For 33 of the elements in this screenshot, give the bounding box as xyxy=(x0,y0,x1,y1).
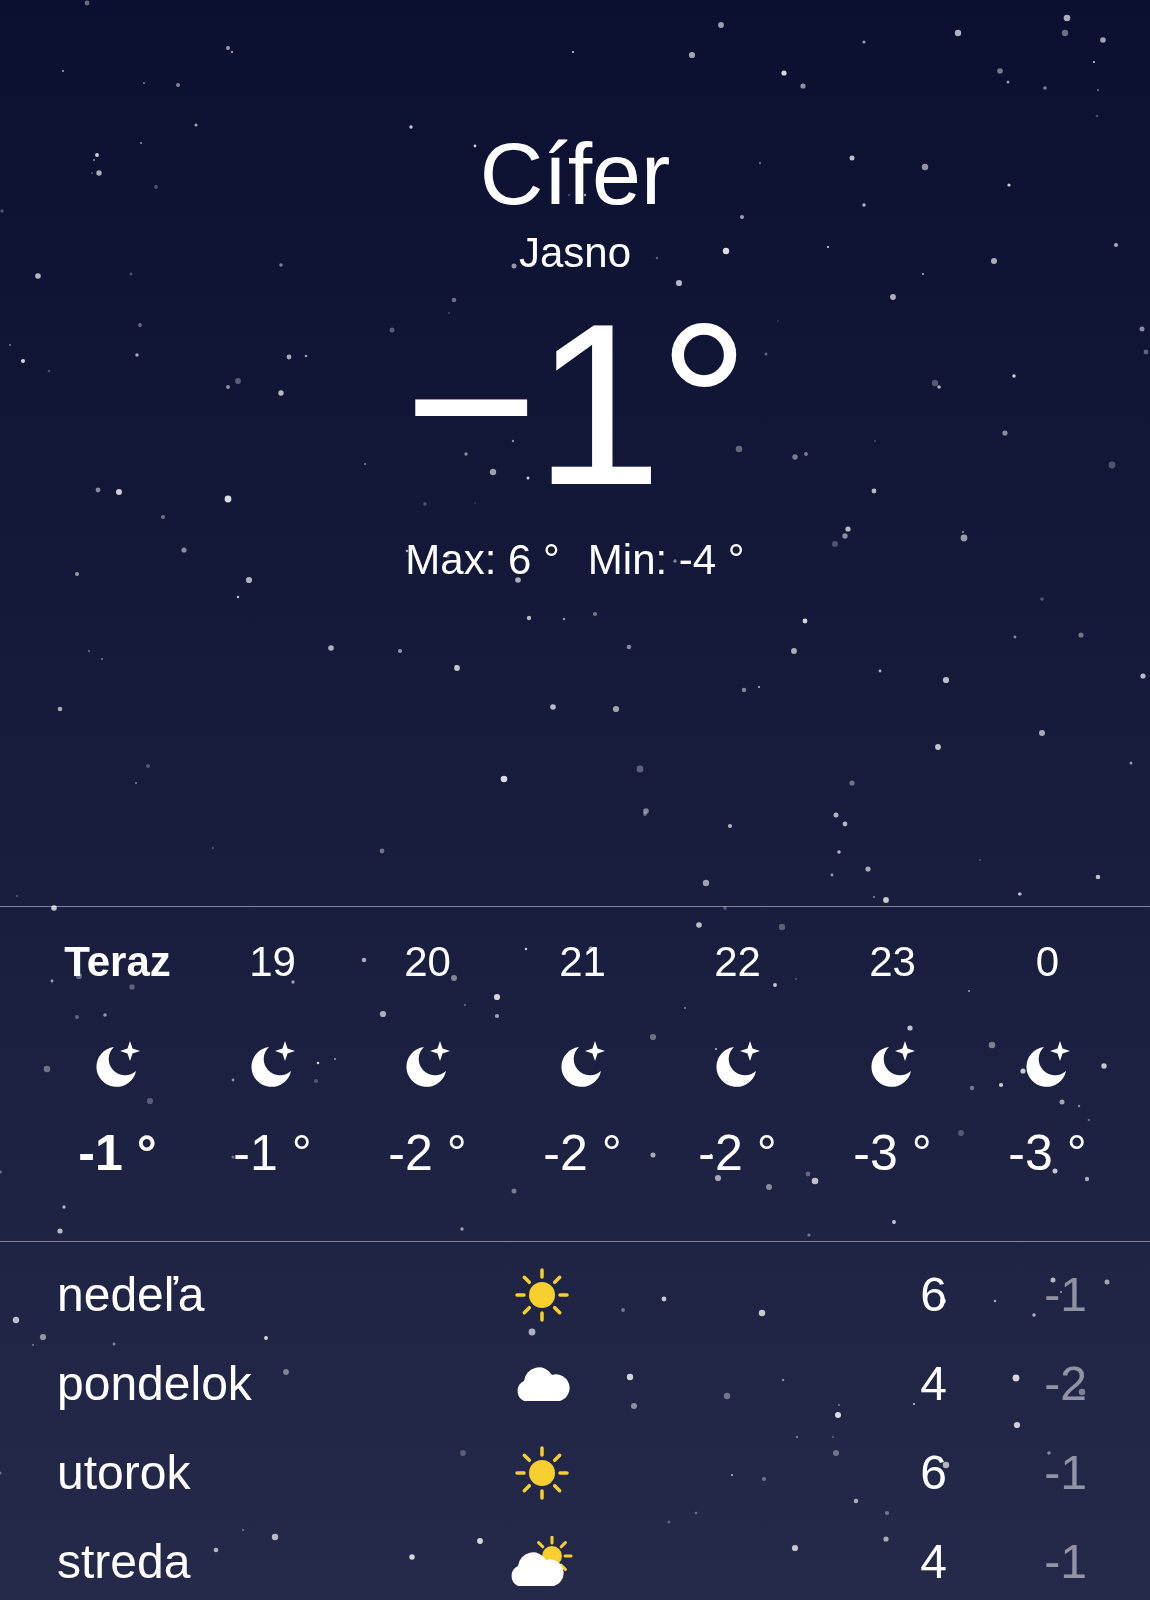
high-temperature: Max: 6 ° xyxy=(405,536,560,584)
hour-label: 23 xyxy=(869,937,916,987)
high-temperature: 6 xyxy=(920,1267,947,1322)
weather-condition: Jasno xyxy=(518,228,632,278)
city-name: Cífer xyxy=(479,124,671,224)
low-temperature: -1 xyxy=(1044,1267,1087,1322)
hour-temperature: -1 ° xyxy=(78,1124,157,1183)
hour-label: 19 xyxy=(249,937,296,987)
hour-label: 22 xyxy=(714,937,761,987)
high-temperature: 6 xyxy=(920,1445,947,1500)
sun-icon xyxy=(514,1444,570,1501)
hour-label: Teraz xyxy=(64,937,171,987)
hour-label: 21 xyxy=(559,937,606,987)
sun-icon xyxy=(514,1266,570,1323)
day-name: streda xyxy=(57,1534,191,1589)
hour-label: 20 xyxy=(404,937,451,987)
hour-temperature: -2 ° xyxy=(543,1124,622,1183)
hour-temperature: -3 ° xyxy=(853,1124,932,1183)
day-name: pondelok xyxy=(57,1356,252,1411)
day-name: utorok xyxy=(57,1445,191,1500)
high-temperature: 4 xyxy=(920,1356,947,1411)
low-temperature: -2 xyxy=(1044,1356,1087,1411)
hour-temperature: -3 ° xyxy=(1008,1124,1087,1183)
low-temperature: Min: -4 ° xyxy=(587,536,745,584)
low-temperature: -1 xyxy=(1044,1534,1087,1589)
hour-temperature: -2 ° xyxy=(388,1124,467,1183)
low-temperature: -1 xyxy=(1044,1445,1087,1500)
day-name: nedeľa xyxy=(57,1267,205,1322)
current-temperature: −1° xyxy=(403,280,747,530)
hour-label: 0 xyxy=(1035,937,1060,987)
hour-temperature: -1 ° xyxy=(233,1124,312,1183)
high-temperature: 4 xyxy=(920,1534,947,1589)
hour-temperature: -2 ° xyxy=(698,1124,777,1183)
